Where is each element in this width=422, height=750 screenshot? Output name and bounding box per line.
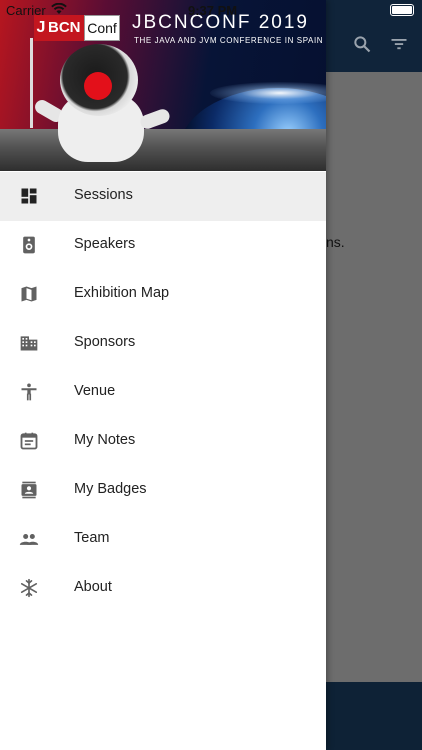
moon-surface xyxy=(0,129,326,171)
drawer-menu: Sessions Speakers Exhibition Map Sponsor… xyxy=(0,172,326,613)
people-icon xyxy=(19,534,39,545)
menu-item-about[interactable]: About xyxy=(0,564,326,613)
dashboard-icon xyxy=(21,188,37,204)
menu-item-sponsors[interactable]: Sponsors xyxy=(0,319,326,368)
menu-item-sessions[interactable]: Sessions xyxy=(0,172,326,221)
menu-item-label: Venue xyxy=(74,383,116,399)
clock: 9:37 PM xyxy=(188,3,238,18)
menu-item-my-badges[interactable]: My Badges xyxy=(0,466,326,515)
speaker-icon xyxy=(23,236,35,254)
menu-item-venue[interactable]: Venue xyxy=(0,368,326,417)
menu-item-label: Sessions xyxy=(74,187,133,203)
battery-icon xyxy=(390,4,414,16)
badge-icon xyxy=(21,481,37,499)
carrier-label: Carrier xyxy=(6,3,46,18)
menu-item-label: About xyxy=(74,579,112,595)
menu-item-label: Exhibition Map xyxy=(74,285,170,301)
mascot-nose xyxy=(84,72,112,100)
menu-item-label: My Badges xyxy=(74,481,147,497)
menu-item-my-notes[interactable]: My Notes xyxy=(0,417,326,466)
search-icon[interactable] xyxy=(352,34,372,54)
status-bar: Carrier 9:37 PM xyxy=(0,0,422,20)
content-text-snippet: ns. xyxy=(326,234,345,250)
menu-item-label: Team xyxy=(74,530,110,546)
building-icon xyxy=(20,336,38,351)
drawer-header-banner: J BCN Conf JBCNCONF 2019 THE JAVA AND JV… xyxy=(0,0,326,171)
navigation-drawer: J BCN Conf JBCNCONF 2019 THE JAVA AND JV… xyxy=(0,0,326,750)
snowflake-icon xyxy=(20,578,38,598)
accessibility-icon xyxy=(21,383,37,401)
conference-subtitle: THE JAVA AND JVM CONFERENCE IN SPAIN xyxy=(134,36,324,45)
notes-icon xyxy=(20,432,38,450)
menu-item-team[interactable]: Team xyxy=(0,515,326,564)
menu-item-label: Sponsors xyxy=(74,334,136,350)
menu-item-label: My Notes xyxy=(74,432,136,448)
wifi-icon xyxy=(51,3,67,14)
menu-item-label: Speakers xyxy=(74,236,136,252)
filter-icon[interactable] xyxy=(389,34,409,54)
menu-item-speakers[interactable]: Speakers xyxy=(0,221,326,270)
menu-item-exhibition-map[interactable]: Exhibition Map xyxy=(0,270,326,319)
mascot-arm-right xyxy=(138,107,172,131)
flagpole xyxy=(30,38,33,128)
map-icon xyxy=(21,286,37,302)
